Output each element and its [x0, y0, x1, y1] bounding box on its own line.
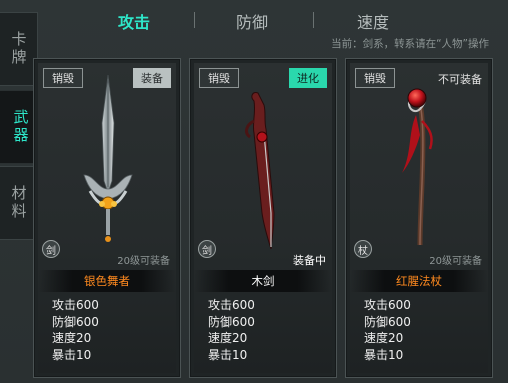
card-body: 销毁 进化 剑 装备中 木剑 攻击600 防御600 速度20 暴击10 [194, 63, 332, 373]
sword-type-badge: 剑 [42, 240, 60, 258]
stat-speed: 速度20 [52, 331, 92, 345]
stat-defense: 防御600 [52, 314, 99, 329]
side-tab-label: 材料 [9, 185, 28, 221]
stat-attack: 攻击600 [52, 298, 99, 312]
weapon-name: 木剑 [251, 274, 275, 288]
silver-sword-icon [83, 74, 133, 242]
weapon-stats: 攻击600 防御600 速度20 暴击10 [208, 297, 255, 363]
equipped-status: 装备中 [293, 254, 326, 267]
stat-crit: 暴击10 [52, 347, 92, 362]
side-tab-label: 卡牌 [9, 31, 28, 67]
evolve-button[interactable]: 进化 [289, 68, 327, 88]
destroy-button[interactable]: 销毁 [355, 68, 395, 88]
stat-crit: 暴击10 [208, 347, 248, 362]
destroy-button[interactable]: 销毁 [43, 68, 83, 88]
card-body: 销毁 不可装备 杖 20级可装备 红腥法杖 攻击600 防御600 速度20 暴… [350, 63, 488, 373]
equip-button[interactable]: 装备 [133, 68, 171, 88]
weapon-name-bar: 木剑 [194, 270, 332, 292]
stat-attack: 攻击600 [364, 298, 411, 312]
weapon-card[interactable]: 销毁 装备 剑 20级可装备 银色舞者 攻击600 防御600 速度20 暴击1… [33, 58, 181, 378]
tab-divider [194, 12, 195, 28]
stat-crit: 暴击10 [364, 347, 404, 362]
weapon-name: 银色舞者 [84, 274, 130, 288]
weapon-name-bar: 银色舞者 [38, 270, 176, 292]
weapon-name-bar: 红腥法杖 [350, 270, 488, 292]
sword-type-badge: 剑 [198, 240, 216, 258]
stat-defense: 防御600 [208, 314, 255, 329]
tab-defense[interactable]: 防御 [236, 9, 268, 33]
weapon-card[interactable]: 销毁 进化 剑 装备中 木剑 攻击600 防御600 速度20 暴击10 [189, 58, 337, 378]
destroy-button[interactable]: 销毁 [199, 68, 239, 88]
crimson-staff-icon [402, 88, 433, 246]
card-body: 销毁 装备 剑 20级可装备 银色舞者 攻击600 防御600 速度20 暴击1… [38, 63, 176, 373]
level-requirement: 20级可装备 [117, 256, 170, 267]
stat-speed: 速度20 [208, 331, 248, 345]
weapon-screen: 卡牌 武器 材料 攻击 防御 速度 当前：剑系，转系请在“人物”操作 销毁 装备… [0, 0, 508, 383]
stat-speed: 速度20 [364, 331, 404, 345]
weapon-card[interactable]: 销毁 不可装备 杖 20级可装备 红腥法杖 攻击600 防御600 速度20 暴… [345, 58, 493, 378]
weapon-name: 红腥法杖 [396, 274, 442, 288]
stat-defense: 防御600 [364, 314, 411, 329]
weapon-stats: 攻击600 防御600 速度20 暴击10 [52, 297, 99, 363]
tab-attack[interactable]: 攻击 [118, 9, 150, 33]
faction-hint: 当前：剑系，转系请在“人物”操作 [331, 38, 489, 50]
not-equippable-label: 不可装备 [438, 73, 482, 86]
level-requirement: 20级可装备 [429, 256, 482, 267]
stat-attack: 攻击600 [208, 298, 255, 312]
weapon-stats: 攻击600 防御600 速度20 暴击10 [364, 297, 411, 363]
tab-speed[interactable]: 速度 [357, 9, 389, 33]
staff-type-badge: 杖 [354, 240, 372, 258]
wooden-sword-icon [245, 92, 275, 250]
tab-divider [313, 12, 314, 28]
side-tab-label: 武器 [11, 109, 30, 145]
